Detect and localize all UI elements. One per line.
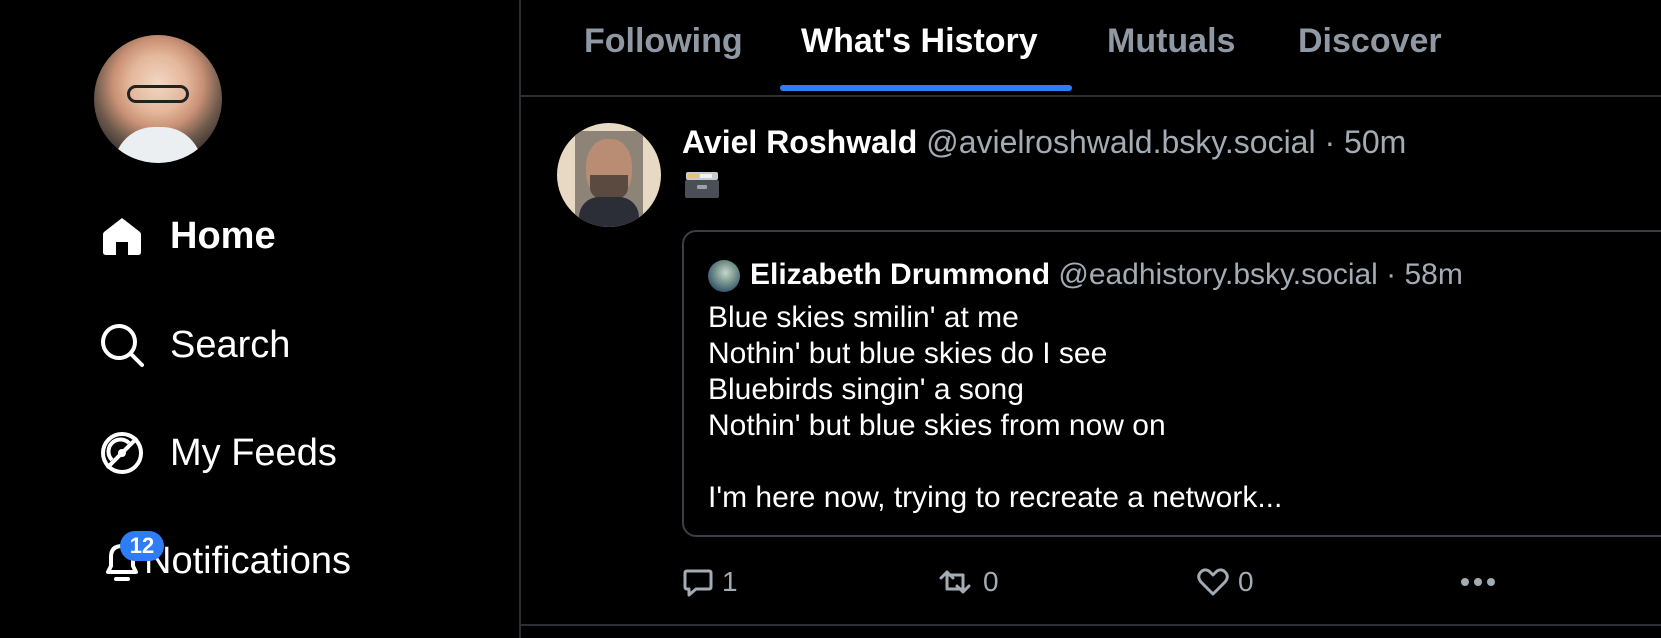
quote-line: Blue skies smilin' at me [708,301,1019,334]
post-author-handle: @avielroshwald.bsky.social · 50m [926,124,1407,160]
home-icon [98,212,146,260]
reply-icon [683,569,713,597]
heart-icon [1197,568,1229,596]
tab-discover[interactable]: Discover [1298,22,1442,61]
repost-icon [939,570,971,594]
nav-item-home[interactable]: Home [98,206,276,266]
feed-tabs: Following What's History Mutuals Discove… [521,0,1661,97]
quoted-author-avatar[interactable] [708,260,740,292]
quote-line [708,444,1282,480]
profile-avatar[interactable] [94,35,222,163]
repost-count: 0 [983,566,999,597]
tab-mutuals[interactable]: Mutuals [1107,22,1235,61]
post-author-name[interactable]: Aviel Roshwald [682,124,917,160]
post-author-avatar[interactable] [557,123,661,227]
ellipsis-icon [1461,578,1495,586]
search-icon [98,321,146,369]
repost-button[interactable]: 0 [935,564,999,600]
nav-label-notifications: Notifications [144,539,351,582]
post-header: Aviel Roshwald @avielroshwald.bsky.socia… [682,124,1406,161]
nav-label-search: Search [170,323,291,366]
quoted-post-text: Blue skies smilin' at me Nothin' but blu… [708,300,1282,516]
more-options-button[interactable] [1459,564,1505,600]
quote-line: I'm here now, trying to recreate a netwo… [708,481,1283,514]
nav-item-my-feeds[interactable]: My Feeds [98,423,337,483]
nav-item-notifications[interactable]: 12 Notifications [98,531,351,591]
tab-following[interactable]: Following [584,22,743,61]
sidebar: Home Search My Feeds 12 Notifications [0,0,519,638]
quoted-post-card[interactable]: Elizabeth Drummond @eadhistory.bsky.soci… [682,230,1661,537]
quote-line: Nothin' but blue skies do I see [708,337,1108,370]
feeds-icon [98,429,146,477]
quoted-post-header: Elizabeth Drummond @eadhistory.bsky.soci… [750,258,1463,292]
nav-item-search[interactable]: Search [98,315,290,375]
nav-label-home: Home [170,214,276,257]
reply-button[interactable]: 1 [682,564,738,600]
notification-count-badge: 12 [120,531,164,561]
tab-whats-history[interactable]: What's History [801,22,1038,61]
like-button[interactable]: 0 [1196,564,1254,600]
quoted-author-handle: @eadhistory.bsky.social · 58m [1058,258,1463,291]
quote-line: Bluebirds singin' a song [708,373,1024,406]
post-divider [521,624,1661,626]
nav-label-my-feeds: My Feeds [170,431,337,474]
reply-count: 1 [722,566,738,597]
quote-line: Nothin' but blue skies from now on [708,409,1166,442]
card-file-box-icon [684,170,720,200]
active-tab-indicator [780,85,1072,91]
quoted-author-name[interactable]: Elizabeth Drummond [750,258,1050,291]
like-count: 0 [1238,566,1254,597]
bell-icon: 12 [98,531,164,585]
